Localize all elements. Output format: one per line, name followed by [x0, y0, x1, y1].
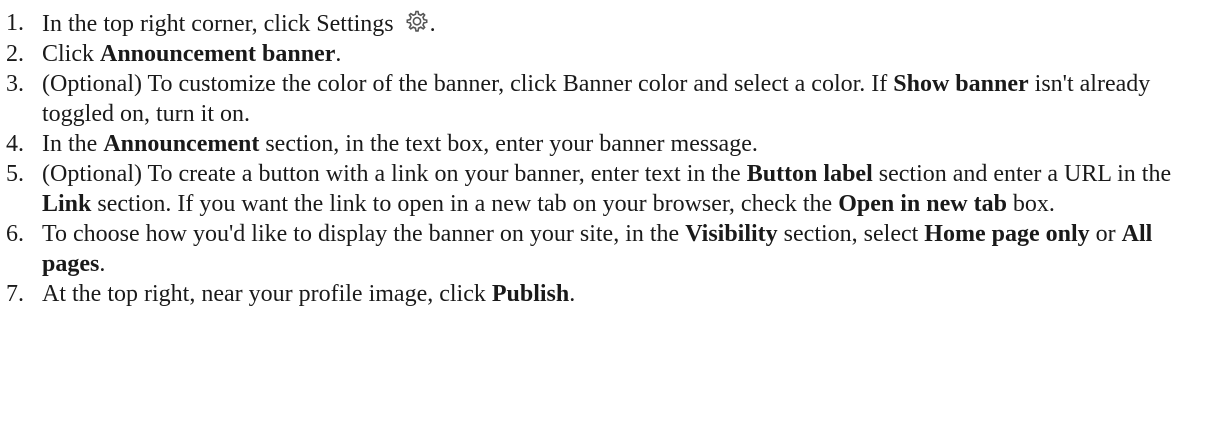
gear-icon	[404, 8, 430, 34]
step-text: In the top right corner, click Settings	[42, 11, 394, 37]
ui-term: Home page only	[924, 221, 1090, 247]
step-item: 1. In the top right corner, click Setting…	[6, 8, 1207, 39]
step-text: In the	[42, 131, 104, 157]
step-number: 2.	[6, 41, 24, 67]
step-text: section. If you want the link to open in…	[91, 191, 839, 217]
step-item: 7. At the top right, near your profile im…	[6, 279, 1207, 309]
step-text: section and enter a URL in the	[872, 161, 1172, 187]
step-text: To choose how you'd like to display the …	[42, 221, 686, 247]
ui-term: Announcement banner	[100, 41, 336, 67]
ui-term: Show banner	[893, 71, 1029, 97]
step-text: or	[1089, 221, 1122, 247]
step-number: 3.	[6, 71, 24, 97]
step-item: 4. In the Announcement section, in the te…	[6, 129, 1207, 159]
step-item: 5. (Optional) To create a button with a l…	[6, 159, 1207, 219]
step-item: 2. Click Announcement banner.	[6, 39, 1207, 69]
step-text: (Optional) To customize the color of the…	[42, 71, 894, 97]
ui-term: Publish	[491, 281, 570, 307]
step-text: Click	[42, 41, 100, 67]
step-text: At the top right, near your profile imag…	[42, 281, 492, 307]
step-number: 5.	[6, 161, 24, 187]
step-text: box.	[1006, 191, 1055, 217]
step-text: section, in the text box, enter your ban…	[259, 131, 758, 157]
instruction-list: 1. In the top right corner, click Setting…	[0, 0, 1207, 309]
ui-term: Visibility	[685, 221, 778, 247]
ui-term: Button label	[746, 161, 873, 187]
step-number: 6.	[6, 221, 24, 247]
step-item: 3. (Optional) To customize the color of t…	[6, 69, 1207, 129]
step-text: .	[99, 251, 106, 277]
step-text: .	[429, 11, 436, 37]
step-item: 6. To choose how you'd like to display th…	[6, 219, 1207, 279]
step-number: 1.	[6, 10, 24, 36]
step-text: (Optional) To create a button with a lin…	[42, 161, 747, 187]
ui-term: Announcement	[103, 131, 260, 157]
ui-term: Open in new tab	[838, 191, 1007, 217]
step-number: 4.	[6, 131, 24, 157]
ui-term: Link	[42, 191, 92, 217]
step-text: .	[569, 281, 576, 307]
step-text: .	[335, 41, 342, 67]
step-number: 7.	[6, 281, 24, 307]
step-text: section, select	[777, 221, 925, 247]
